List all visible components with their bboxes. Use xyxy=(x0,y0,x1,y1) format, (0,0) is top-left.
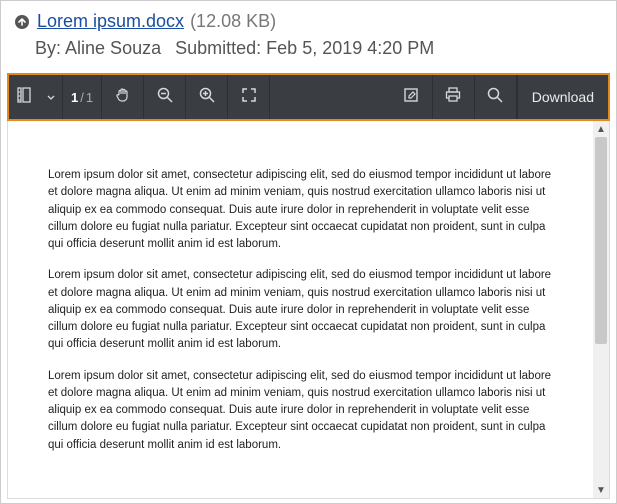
pan-button[interactable] xyxy=(102,75,144,119)
submitted-value: Feb 5, 2019 4:20 PM xyxy=(266,38,434,58)
document-page: Lorem ipsum dolor sit amet, consectetur … xyxy=(8,121,593,498)
search-button[interactable] xyxy=(475,75,517,119)
edit-icon xyxy=(403,87,419,108)
scrollbar[interactable]: ▲ ▼ xyxy=(593,121,609,498)
by-label: By: xyxy=(35,38,61,58)
upload-icon xyxy=(13,13,31,31)
file-row: Lorem ipsum.docx (12.08 KB) xyxy=(13,11,604,32)
print-button[interactable] xyxy=(433,75,475,119)
author-name: Aline Souza xyxy=(65,38,161,58)
author-block: By: Aline Souza xyxy=(35,38,161,59)
file-header: Lorem ipsum.docx (12.08 KB) By: Aline So… xyxy=(1,1,616,65)
page-total: 1 xyxy=(86,90,93,105)
thumbnails-dropdown[interactable] xyxy=(39,75,63,119)
scroll-down-icon[interactable]: ▼ xyxy=(593,482,609,498)
hand-icon xyxy=(114,86,132,109)
scroll-track[interactable] xyxy=(593,137,609,482)
zoom-out-button[interactable] xyxy=(144,75,186,119)
thumbnails-button[interactable] xyxy=(9,75,39,119)
paragraph: Lorem ipsum dolor sit amet, consectetur … xyxy=(48,267,553,353)
edit-button[interactable] xyxy=(391,75,433,119)
zoom-out-icon xyxy=(156,86,174,109)
zoom-in-icon xyxy=(198,86,216,109)
submitted-block: Submitted: Feb 5, 2019 4:20 PM xyxy=(175,38,434,59)
fullscreen-icon xyxy=(241,87,257,108)
file-size: (12.08 KB) xyxy=(190,11,276,32)
file-name-link[interactable]: Lorem ipsum.docx xyxy=(37,11,184,32)
document-viewer: Lorem ipsum dolor sit amet, consectetur … xyxy=(7,121,610,499)
scroll-up-icon[interactable]: ▲ xyxy=(593,121,609,137)
paragraph: Lorem ipsum dolor sit amet, consectetur … xyxy=(48,368,553,454)
page-indicator[interactable]: 1 / 1 xyxy=(63,75,102,119)
toolbar-highlight: 1 / 1 xyxy=(7,73,610,121)
file-meta: By: Aline Souza Submitted: Feb 5, 2019 4… xyxy=(35,38,604,59)
paragraph: Lorem ipsum dolor sit amet, consectetur … xyxy=(48,167,553,253)
download-button[interactable]: Download xyxy=(517,75,608,119)
thumbnails-icon xyxy=(17,87,31,108)
print-icon xyxy=(444,86,462,109)
zoom-in-button[interactable] xyxy=(186,75,228,119)
scroll-thumb[interactable] xyxy=(595,137,607,344)
fullscreen-button[interactable] xyxy=(228,75,270,119)
page-separator: / xyxy=(80,90,84,105)
submitted-label: Submitted: xyxy=(175,38,261,58)
chevron-down-icon xyxy=(47,88,55,106)
page-current: 1 xyxy=(71,90,78,105)
search-icon xyxy=(486,86,504,109)
viewer-toolbar: 1 / 1 xyxy=(9,75,608,119)
